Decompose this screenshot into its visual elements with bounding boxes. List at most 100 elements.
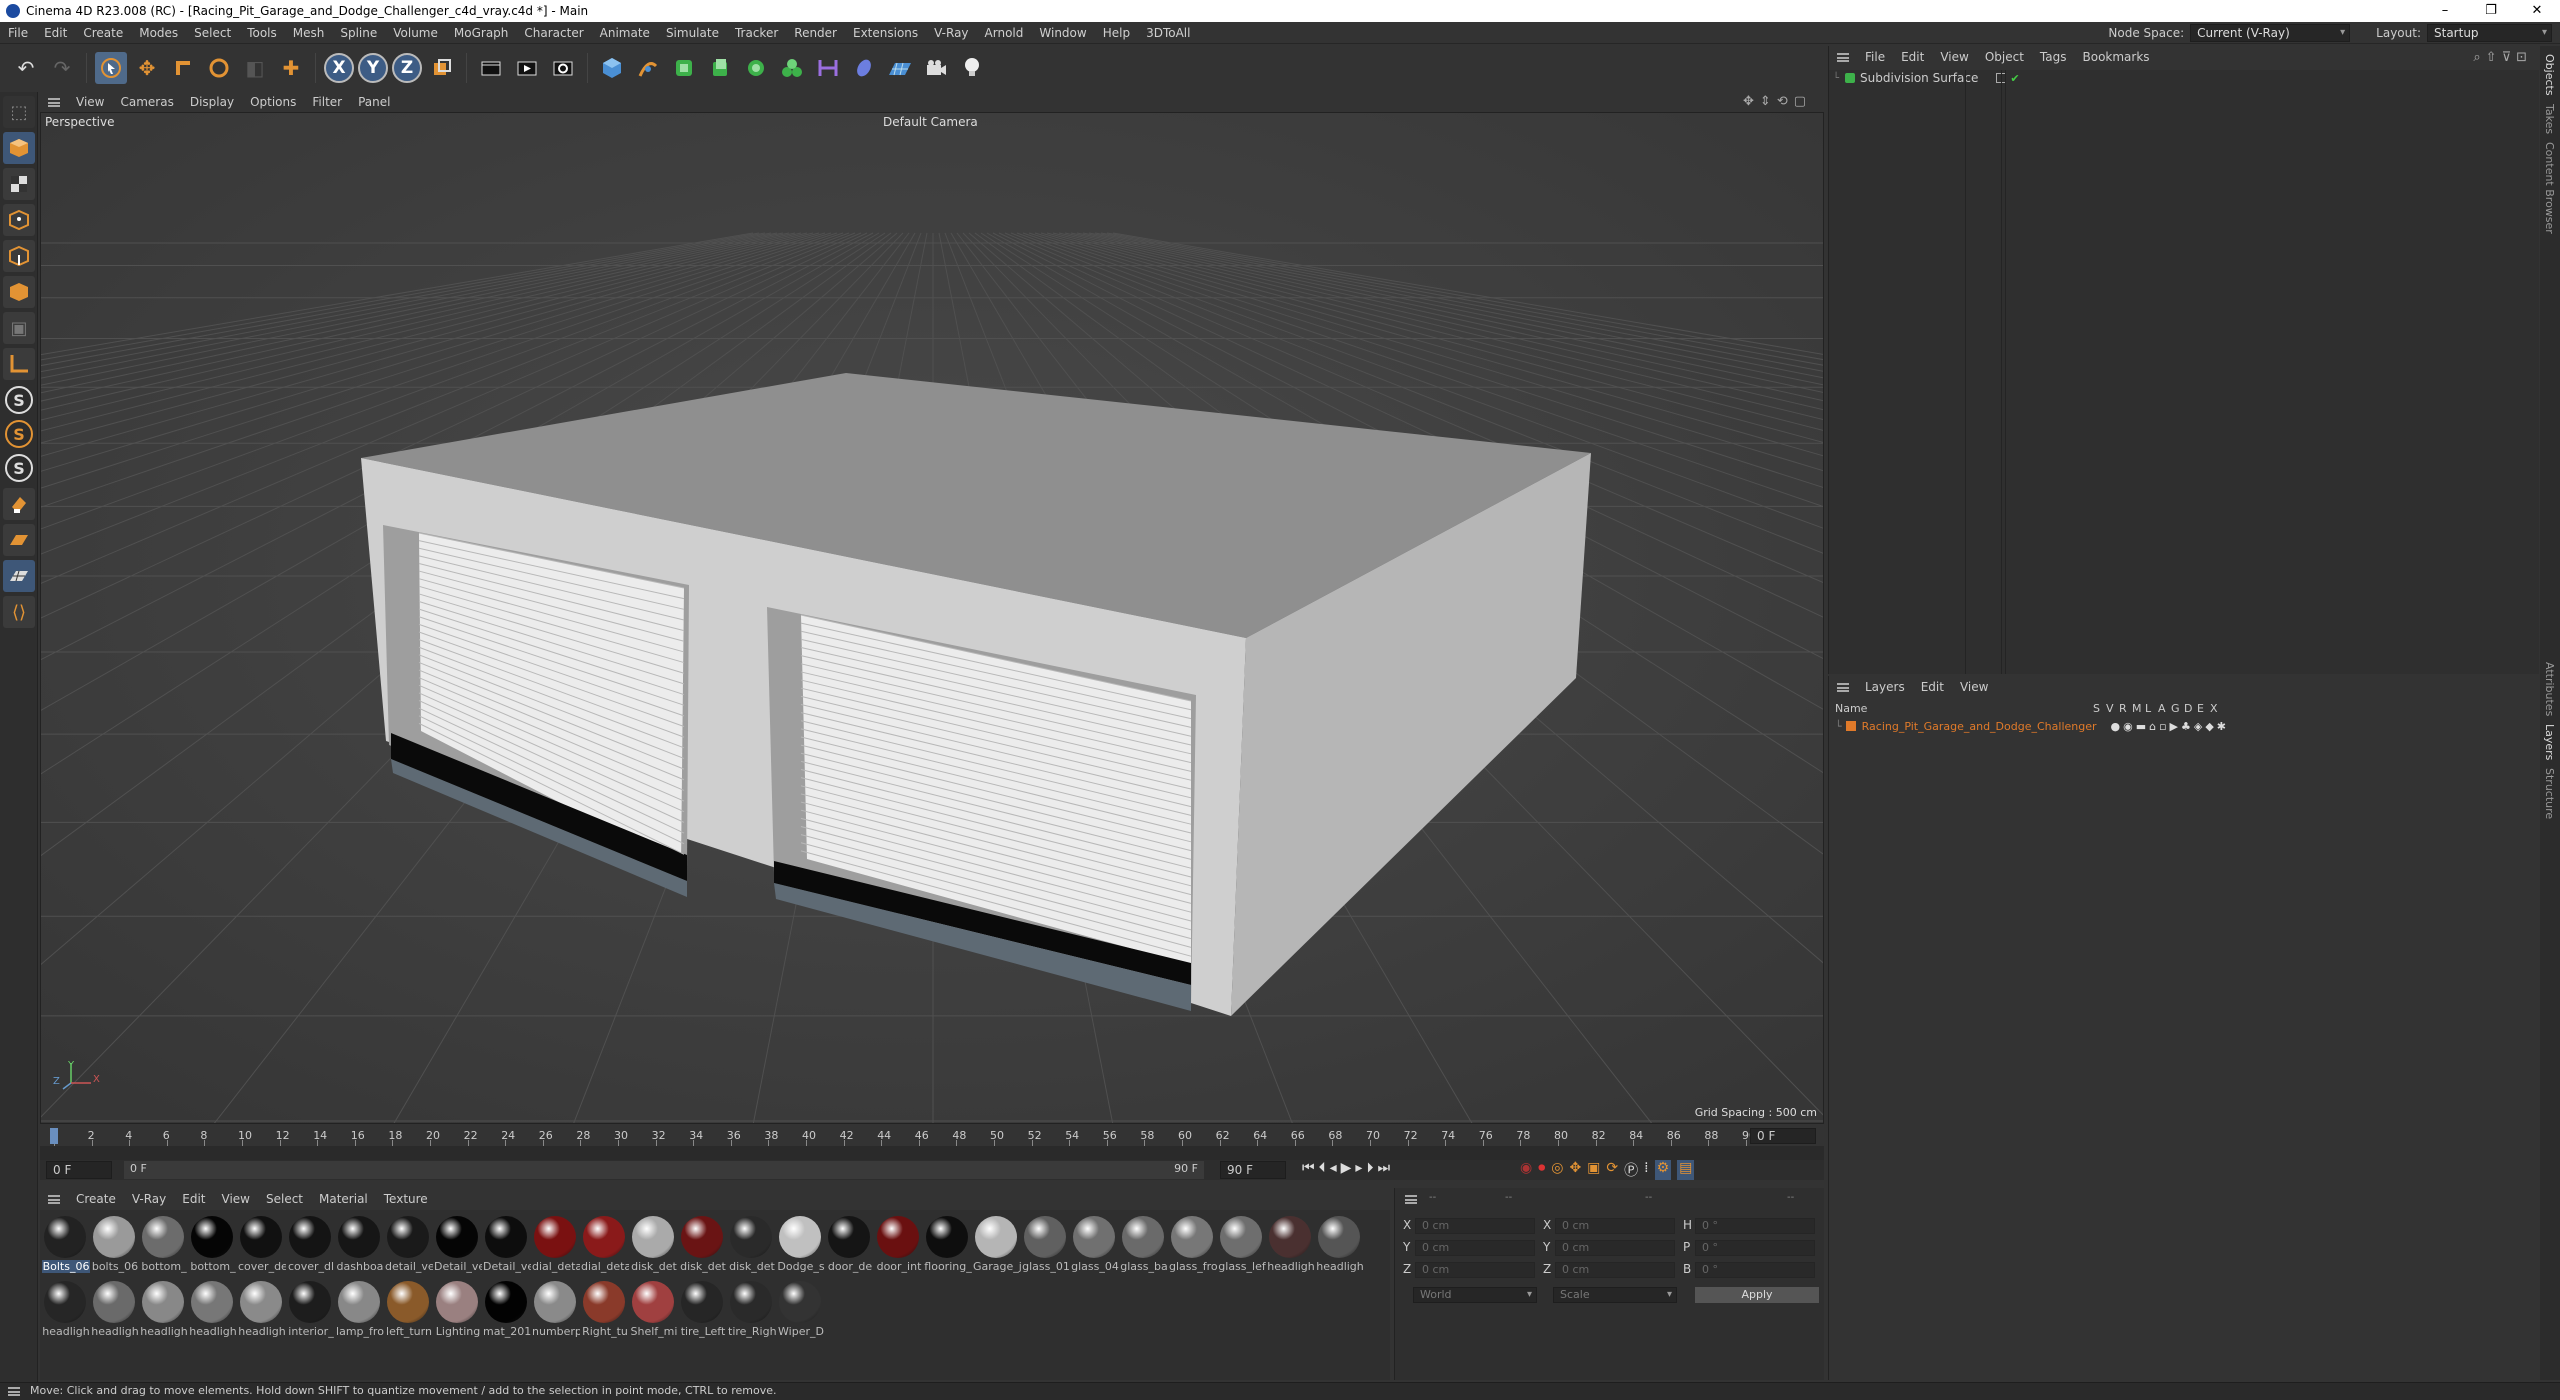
rotate-icon[interactable] <box>203 52 235 84</box>
material-swatch[interactable]: glass_fro <box>1169 1214 1217 1276</box>
position-key-icon[interactable]: ✥ <box>1569 1160 1581 1180</box>
viewport-nav-icons[interactable]: ✥⇕⟲▢ <box>1743 94 1812 109</box>
material-swatch[interactable]: glass_ba <box>1120 1214 1168 1276</box>
menu-animate[interactable]: Animate <box>592 22 658 44</box>
start-frame-field[interactable]: 0 F <box>46 1161 112 1179</box>
play-icon[interactable]: ▶ <box>1341 1160 1352 1176</box>
axis-mode-icon[interactable] <box>3 348 35 380</box>
material-swatch[interactable]: disk_det <box>679 1214 726 1276</box>
keyframe-selection-icon[interactable]: ◎ <box>1551 1160 1563 1180</box>
subdivision-icon[interactable] <box>668 52 700 84</box>
size-y-field[interactable]: 0 cm <box>1555 1240 1675 1256</box>
object-name[interactable]: Subdivision Surface <box>1860 71 1978 85</box>
layer-flag-header[interactable]: V <box>2106 702 2115 715</box>
material-swatch[interactable]: flooring_ <box>924 1214 972 1276</box>
material-swatch[interactable]: headligh <box>189 1279 237 1341</box>
coords-hamburger-icon[interactable] <box>1405 1195 1417 1204</box>
material-menu-select[interactable]: Select <box>258 1188 311 1210</box>
workplane-snap-icon[interactable]: S <box>5 454 33 482</box>
render-view-icon[interactable] <box>511 52 543 84</box>
material-swatch[interactable]: door_de <box>826 1214 872 1276</box>
material-swatch[interactable]: Lighting <box>434 1279 480 1341</box>
material-swatch[interactable]: interior_ <box>287 1279 334 1341</box>
menu-3dtoall[interactable]: 3DToAll <box>1138 22 1198 44</box>
preview-range-slider[interactable]: 0 F 90 F <box>124 1161 1204 1179</box>
material-swatch[interactable]: numberp <box>532 1279 580 1341</box>
material-menu-create[interactable]: Create <box>68 1188 124 1210</box>
material-menu-edit[interactable]: Edit <box>174 1188 213 1210</box>
objects-search-icons[interactable]: ⌕⇧⊽⊡ <box>2473 50 2532 65</box>
layout-dropdown[interactable]: Startup <box>2427 24 2552 42</box>
menu-character[interactable]: Character <box>516 22 591 44</box>
playhead[interactable] <box>50 1128 58 1144</box>
apply-button[interactable]: Apply <box>1695 1287 1819 1303</box>
menu-modes[interactable]: Modes <box>131 22 186 44</box>
material-swatch[interactable]: bottom_ <box>140 1214 187 1276</box>
uv-mode-icon[interactable]: ▣ <box>3 312 35 344</box>
cube-icon[interactable] <box>596 52 628 84</box>
autokey-icon[interactable]: ⏺ <box>1538 1160 1545 1180</box>
viewport-menu-panel[interactable]: Panel <box>350 92 398 112</box>
polygons-mode-icon[interactable] <box>3 276 35 308</box>
objects-menu-file[interactable]: File <box>1857 50 1893 64</box>
material-swatch[interactable]: headligh <box>1316 1214 1364 1276</box>
y-axis-button[interactable]: Y <box>358 53 388 83</box>
menu-extensions[interactable]: Extensions <box>845 22 926 44</box>
layer-color-swatch[interactable] <box>1845 721 1856 731</box>
material-swatch[interactable]: lamp_fro <box>336 1279 384 1341</box>
rot-b-field[interactable]: 0 ° <box>1695 1262 1815 1278</box>
dopesheet-icon[interactable]: ▤ <box>1677 1160 1695 1180</box>
material-swatch[interactable]: Bolts_06 <box>42 1214 90 1276</box>
world-coords-icon[interactable] <box>426 52 458 84</box>
end-frame-field[interactable]: 90 F <box>1220 1161 1286 1179</box>
menu-arnold[interactable]: Arnold <box>977 22 1032 44</box>
menu-window[interactable]: Window <box>1031 22 1094 44</box>
material-menu-view[interactable]: View <box>214 1188 258 1210</box>
material-swatch[interactable]: Shelf_mi <box>630 1279 677 1341</box>
material-swatch[interactable]: dial_deta <box>532 1214 580 1276</box>
next-key-icon[interactable]: ⏵ <box>1366 1160 1373 1176</box>
undo-icon[interactable]: ↶ <box>10 52 42 84</box>
viewport-menu-display[interactable]: Display <box>182 92 242 112</box>
menu-create[interactable]: Create <box>75 22 131 44</box>
pos-x-field[interactable]: 0 cm <box>1415 1218 1535 1234</box>
tab-structure[interactable]: Structure <box>2543 768 2556 819</box>
cloner-icon[interactable] <box>740 52 772 84</box>
material-menu-vray[interactable]: V-Ray <box>124 1188 174 1210</box>
workplane-icon[interactable] <box>3 524 35 556</box>
menu-volume[interactable]: Volume <box>385 22 446 44</box>
menu-select[interactable]: Select <box>186 22 239 44</box>
paint-icon[interactable] <box>3 488 35 520</box>
deformer-icon[interactable] <box>812 52 844 84</box>
viewport-hamburger-icon[interactable] <box>48 97 60 107</box>
menu-mesh[interactable]: Mesh <box>285 22 333 44</box>
material-swatch[interactable]: headligh <box>1267 1214 1315 1276</box>
menu-mograph[interactable]: MoGraph <box>446 22 517 44</box>
size-x-field[interactable]: 0 cm <box>1555 1218 1675 1234</box>
redo-icon[interactable]: ↷ <box>46 52 78 84</box>
material-swatch[interactable]: glass_04 <box>1071 1214 1119 1276</box>
material-swatch[interactable]: glass_01 <box>1022 1214 1070 1276</box>
extrude-icon[interactable] <box>704 52 736 84</box>
menu-edit[interactable]: Edit <box>36 22 75 44</box>
pos-y-field[interactable]: 0 cm <box>1415 1240 1535 1256</box>
prev-key-icon[interactable]: ⏴ <box>1319 1160 1326 1176</box>
status-hamburger-icon[interactable] <box>8 1387 20 1396</box>
material-swatch[interactable]: headligh <box>140 1279 188 1341</box>
timeline-ruler[interactable]: 0246810121416182022242628303234363840424… <box>40 1126 1824 1146</box>
viewport-menu-cameras[interactable]: Cameras <box>112 92 181 112</box>
viewport-menu-options[interactable]: Options <box>242 92 304 112</box>
object-row-subdivision[interactable]: └ Subdivision Surface ✔ <box>1829 70 2539 86</box>
hypernurbs-icon[interactable] <box>776 52 808 84</box>
material-swatch[interactable]: dashboa <box>336 1214 383 1276</box>
layer-flag-header[interactable]: X <box>2210 702 2219 715</box>
objects-hamburger-icon[interactable] <box>1837 52 1849 62</box>
layer-flag-header[interactable]: S <box>2093 702 2102 715</box>
layer-flag-header[interactable]: M <box>2132 702 2142 715</box>
menu-file[interactable]: File <box>0 22 36 44</box>
3d-viewport[interactable]: Perspective Default Camera Grid Spacing … <box>40 112 1824 1124</box>
scale-key-icon[interactable]: ▣ <box>1587 1160 1600 1180</box>
viewport-menu-view[interactable]: View <box>68 92 112 112</box>
material-swatch[interactable]: left_turn <box>385 1279 432 1341</box>
rot-h-field[interactable]: 0 ° <box>1695 1218 1815 1234</box>
